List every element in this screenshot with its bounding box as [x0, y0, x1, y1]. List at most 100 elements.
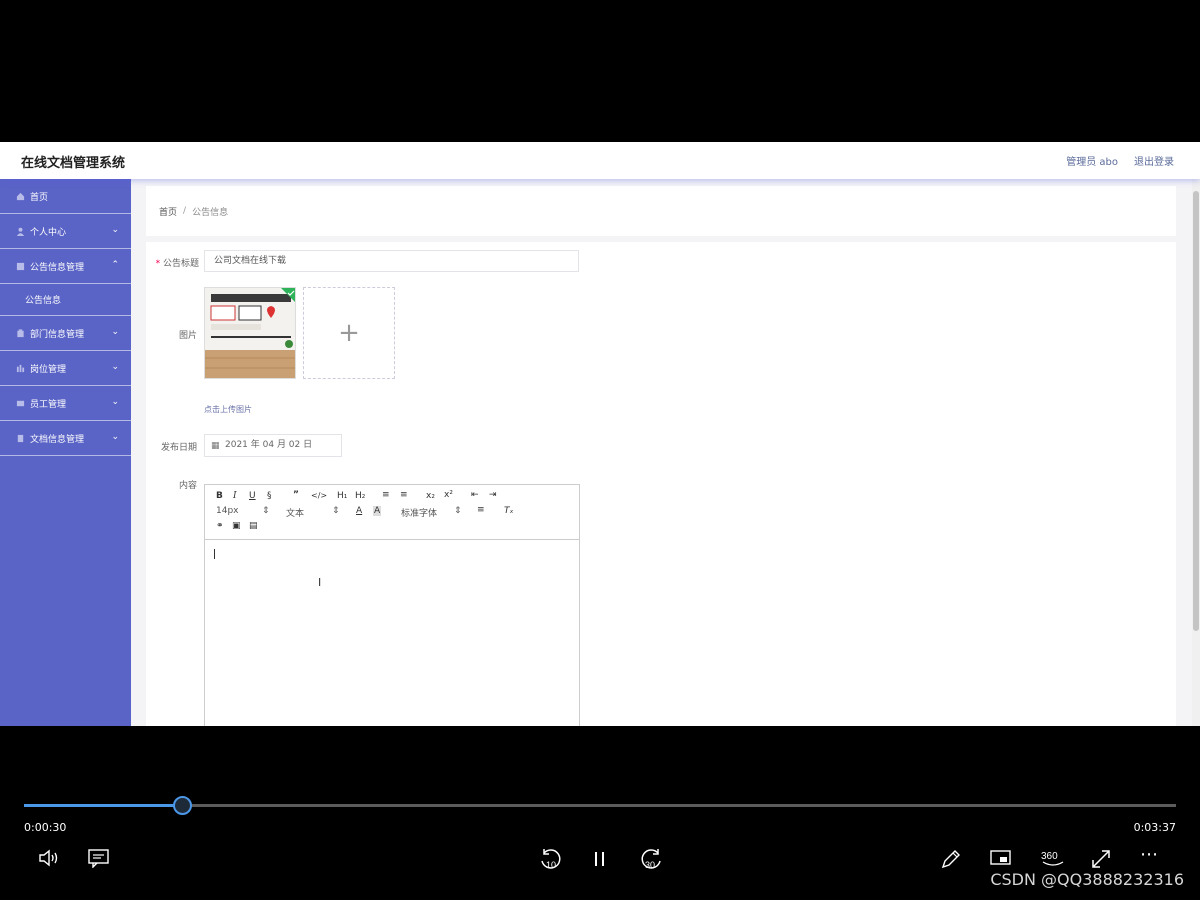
video-icon[interactable]: ▤	[249, 521, 258, 531]
notice-board-image	[205, 288, 295, 378]
title-label: * 公告标题	[155, 259, 199, 269]
clear-format-icon[interactable]: Tₓ	[504, 506, 514, 516]
subtitles-icon[interactable]	[88, 848, 110, 873]
sidebar-item-notice-management[interactable]: 公告信息管理 ⌃	[0, 249, 131, 284]
forward-icon: 30	[641, 849, 661, 870]
ibeam-cursor-icon: I	[318, 576, 322, 589]
uploaded-image-thumbnail[interactable]	[204, 287, 296, 379]
seek-bar[interactable]	[24, 804, 1176, 807]
scrollbar-thumb[interactable]	[1193, 191, 1199, 631]
image-icon[interactable]: ▣	[232, 521, 241, 531]
sidebar-item-employee[interactable]: 员工管理 ⌄	[0, 386, 131, 421]
italic-icon[interactable]: I	[233, 491, 237, 501]
heading2-icon[interactable]: H₂	[355, 491, 365, 501]
vr-label: 360	[1041, 851, 1058, 862]
seek-handle[interactable]	[172, 796, 192, 815]
chevron-down-icon: ⌄	[111, 327, 119, 337]
sidebar: 首页 个人中心 ⌄ 公告信息管理 ⌃ 公告信息 部门信息管理 ⌄ 岗位管理 ⌄ …	[0, 179, 131, 726]
background-color-icon[interactable]: A	[373, 506, 382, 516]
breadcrumb-separator: /	[183, 206, 187, 216]
content-label: 内容	[178, 481, 197, 491]
editor-content-area[interactable]: I	[205, 541, 579, 726]
ordered-list-icon[interactable]: ≡	[382, 490, 390, 500]
breadcrumb: 首页 / 公告信息	[146, 186, 1176, 236]
pause-icon	[595, 852, 604, 866]
chevron-updown-icon: ⇕	[262, 506, 270, 516]
indent-icon[interactable]: ⇥	[489, 490, 497, 500]
chevron-updown-icon: ⇕	[454, 506, 462, 516]
total-time: 0:03:37	[1133, 821, 1176, 834]
forward-30-button[interactable]: 30	[638, 848, 664, 877]
post-icon	[16, 364, 25, 372]
chevron-down-icon: ⌄	[111, 225, 119, 235]
chevron-down-icon: ⌄	[111, 432, 119, 442]
sidebar-item-home[interactable]: 首页	[0, 179, 131, 214]
block-type-select[interactable]: 文本	[286, 506, 304, 519]
sidebar-item-profile[interactable]: 个人中心 ⌄	[0, 214, 131, 249]
home-icon	[16, 192, 25, 200]
text-caret	[214, 549, 215, 559]
video-player-controls: 0:00:30 0:03:37 10 30 360 ⋯ CSDN @QQ3888…	[0, 726, 1200, 900]
plus-icon: +	[338, 318, 360, 348]
sidebar-item-label: 首页	[30, 192, 49, 203]
volume-icon[interactable]	[38, 848, 60, 873]
heading1-icon[interactable]: H₁	[337, 491, 347, 501]
outdent-icon[interactable]: ⇤	[471, 490, 479, 500]
chevron-down-icon: ⌄	[111, 362, 119, 372]
upload-hint: 点击上传图片	[204, 405, 252, 414]
code-icon[interactable]: </>	[311, 491, 327, 500]
chevron-up-icon: ⌃	[111, 260, 119, 270]
underline-icon[interactable]: U	[249, 491, 256, 501]
bold-icon[interactable]: B	[216, 491, 223, 501]
rich-text-editor: B I U § ” </> H₁ H₂ ≡ ≡ x₂ x² ⇤ ⇥ 14px ⇕…	[204, 484, 580, 726]
seek-bar-progress	[24, 804, 183, 807]
current-time: 0:00:30	[24, 821, 67, 834]
pause-button[interactable]	[593, 850, 607, 873]
breadcrumb-home[interactable]: 首页	[159, 205, 177, 218]
chevron-updown-icon: ⇕	[332, 506, 340, 516]
font-family-select[interactable]: 标准字体	[401, 506, 437, 519]
document-icon	[17, 434, 24, 442]
calendar-icon: ▦	[211, 441, 220, 451]
date-label: 发布日期	[160, 443, 197, 453]
image-label: 图片	[178, 331, 197, 341]
logout-link[interactable]: 退出登录	[1134, 153, 1174, 168]
align-icon[interactable]: ≡	[477, 505, 485, 515]
department-icon	[17, 328, 24, 337]
sidebar-subitem-notice[interactable]: 公告信息	[0, 284, 131, 316]
edit-pen-icon[interactable]	[940, 848, 962, 875]
superscript-icon[interactable]: x²	[444, 490, 453, 500]
sidebar-item-label: 员工管理	[30, 399, 67, 410]
notice-form: * 公告标题 公司文档在线下载 图片 + 点击上传图片 发布日期 ▦ 2021 …	[146, 242, 1176, 726]
sidebar-item-label: 个人中心	[30, 227, 67, 238]
date-value: 2021 年 04 月 02 日	[225, 440, 313, 450]
editor-toolbar: B I U § ” </> H₁ H₂ ≡ ≡ x₂ x² ⇤ ⇥ 14px ⇕…	[205, 485, 579, 540]
rewind-10-button[interactable]: 10	[538, 848, 564, 877]
sidebar-item-label: 公告信息	[25, 296, 62, 306]
sidebar-item-label: 文档信息管理	[30, 434, 85, 445]
subscript-icon[interactable]: x₂	[426, 491, 435, 501]
add-image-button[interactable]: +	[303, 287, 395, 379]
app-window: 在线文档管理系统 管理员 abo 退出登录 首页 个人中心 ⌄ 公告信息管理 ⌃…	[0, 142, 1200, 726]
strikethrough-icon[interactable]: §	[267, 491, 272, 501]
employee-icon	[16, 400, 25, 406]
app-title: 在线文档管理系统	[21, 156, 126, 171]
bullet-list-icon[interactable]: ≡	[400, 490, 408, 500]
admin-name[interactable]: 管理员 abo	[1066, 153, 1118, 168]
sidebar-item-department[interactable]: 部门信息管理 ⌄	[0, 316, 131, 351]
font-size-select[interactable]: 14px	[216, 506, 239, 516]
top-bar: 在线文档管理系统 管理员 abo 退出登录	[0, 142, 1200, 179]
blockquote-icon[interactable]: ”	[293, 490, 299, 500]
sidebar-item-label: 岗位管理	[30, 364, 67, 375]
sidebar-item-document[interactable]: 文档信息管理 ⌄	[0, 421, 131, 456]
link-icon[interactable]: ⚭	[216, 521, 224, 531]
more-options-icon[interactable]: ⋯	[1140, 844, 1158, 865]
title-input[interactable]: 公司文档在线下载	[204, 250, 579, 272]
sidebar-item-post[interactable]: 岗位管理 ⌄	[0, 351, 131, 386]
user-icon	[16, 227, 25, 236]
font-color-icon[interactable]: A	[356, 506, 362, 516]
publish-date-input[interactable]: ▦ 2021 年 04 月 02 日	[204, 434, 342, 457]
sidebar-item-label: 公告信息管理	[30, 262, 85, 273]
rewind-label: 10	[546, 860, 556, 870]
page-scrollbar[interactable]	[1192, 179, 1200, 726]
